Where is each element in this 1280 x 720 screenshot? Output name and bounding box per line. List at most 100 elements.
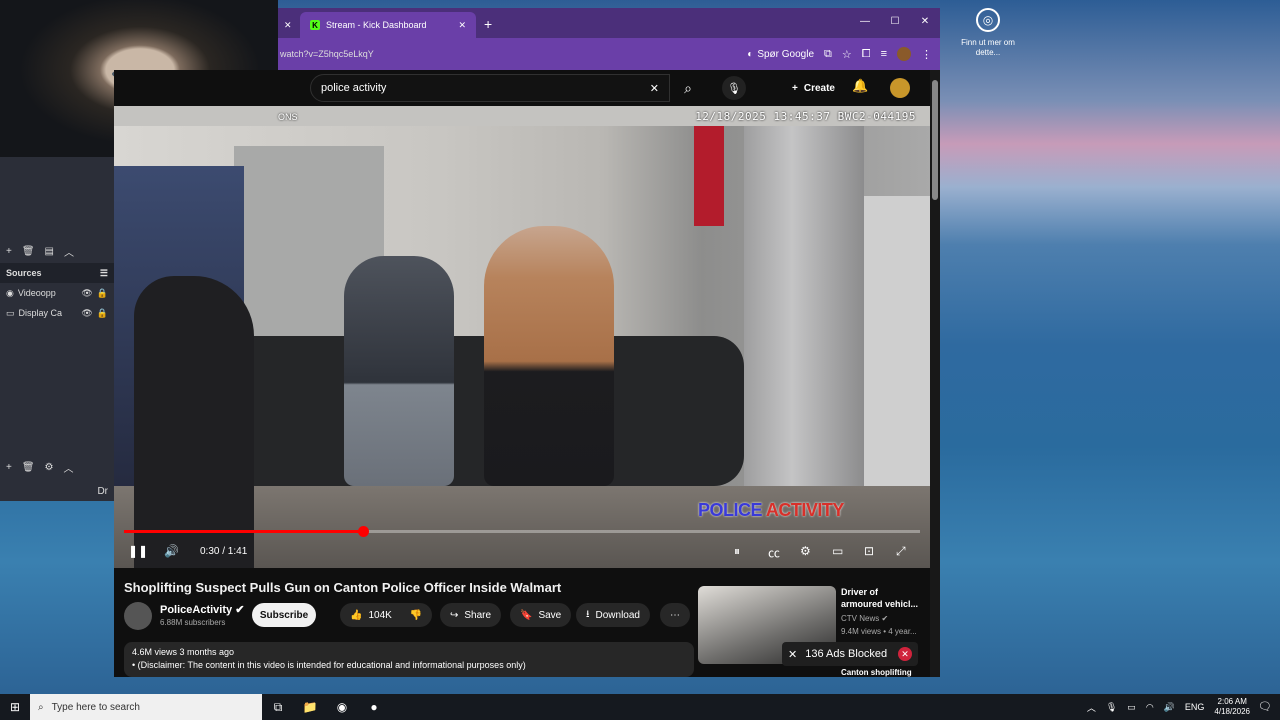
plus-icon: +	[792, 82, 798, 94]
desktop-shortcut[interactable]: ◎ Finn ut mer om dette...	[960, 8, 1016, 58]
url-field[interactable]: watch?v=Z5hqc5eLkqY	[280, 49, 737, 59]
watermark-text: POLICE	[698, 500, 763, 520]
progress-bar[interactable]	[124, 526, 920, 537]
close-icon[interactable]: ✕	[458, 20, 466, 31]
share-button[interactable]: ↪ Share	[440, 603, 502, 627]
add-icon[interactable]: +	[6, 246, 12, 257]
recommended-title[interactable]: Canton shoplifting	[841, 668, 912, 677]
subscribe-button[interactable]: Subscribe	[252, 603, 316, 627]
thumbs-up-icon[interactable]: 👍	[350, 610, 362, 621]
more-actions-button[interactable]: ⋯	[660, 603, 690, 627]
captions-icon[interactable]: ㏄	[768, 544, 780, 561]
file-explorer-icon[interactable]: 📁	[294, 700, 326, 714]
volume-icon[interactable]: 🔊	[1164, 702, 1175, 713]
taskbar-search-input[interactable]: ⌕ Type here to search	[30, 694, 262, 720]
close-icon[interactable]: ✕	[788, 648, 797, 661]
chrome-icon[interactable]: ◉	[326, 700, 358, 714]
source-name: Videoopp	[17, 288, 56, 298]
recommended-title[interactable]: Driver of armoured vehicl...	[841, 586, 921, 610]
taskbar: ⊞ ⌕ Type here to search ⧉ 📁 ◉ ● ︿ 🎙 ▭ ◠ …	[0, 694, 1280, 720]
menu-icon[interactable]: ☰	[100, 268, 108, 279]
pause-icon[interactable]: ❚❚	[128, 544, 148, 558]
eye-icon[interactable]: 👁	[81, 288, 92, 299]
chevron-up-icon[interactable]: ︿	[64, 460, 74, 475]
chevron-up-icon[interactable]: ︿	[1087, 701, 1096, 714]
notification-icon[interactable]: 🗨	[1258, 700, 1272, 713]
close-icon[interactable]: ✕	[284, 20, 292, 31]
thumbs-down-icon[interactable]: 👎	[410, 610, 422, 621]
clock[interactable]: 2:06 AM 4/18/2026	[1214, 697, 1250, 717]
tab-bar: ✕ K Stream - Kick Dashboard ✕ + — ☐ ✕	[278, 8, 940, 38]
windows-start-icon[interactable]: ⊞	[0, 700, 30, 714]
like-dislike-group: 👍 104K 👎	[340, 603, 432, 627]
progress-fill	[124, 530, 363, 533]
tab-previous[interactable]: ✕	[278, 12, 300, 38]
download-label: Download	[595, 609, 640, 621]
eye-icon[interactable]: 👁	[81, 308, 92, 319]
search-input[interactable]: police activity ✕	[310, 74, 670, 102]
adblock-icon[interactable]: ✕	[898, 647, 912, 661]
recommended-channel: CTV News ✔	[841, 614, 888, 623]
add-icon[interactable]: +	[6, 462, 12, 473]
scrollbar-thumb[interactable]	[932, 80, 938, 200]
video-player[interactable]: ONS 12/18/2025 13:45:37 BWC2-044195 POLI…	[114, 106, 930, 568]
description-box[interactable]: 4.6M views 3 months ago • (Disclaimer: T…	[124, 642, 694, 677]
extensions-icon[interactable]: ⧠	[862, 48, 871, 61]
ads-blocked-text: 136 Ads Blocked	[805, 648, 888, 660]
more-vert-icon[interactable]: ⋮	[921, 48, 932, 61]
save-button[interactable]: 🔖 Save	[510, 603, 572, 627]
network-icon[interactable]: ◠	[1146, 702, 1154, 713]
channel-avatar[interactable]	[124, 602, 152, 630]
microphone-icon[interactable]: 🎙	[1106, 702, 1117, 713]
clock-time: 2:06 AM	[1217, 697, 1247, 706]
lock-icon[interactable]: 🔒	[97, 308, 108, 319]
maximize-icon[interactable]: ☐	[880, 8, 910, 38]
install-icon[interactable]: ⧉	[824, 48, 832, 61]
watermark-text: ACTIVITY	[765, 500, 845, 520]
miniplayer-icon[interactable]: ▭	[832, 544, 843, 558]
channel-name[interactable]: PoliceActivity ✔	[160, 603, 244, 616]
fullscreen-icon[interactable]: ⤢	[896, 544, 906, 559]
minimize-icon[interactable]: —	[850, 8, 880, 38]
source-item[interactable]: ▭ Display Ca 👁 🔒	[0, 303, 114, 323]
microphone-icon[interactable]: 🎙	[722, 76, 746, 100]
search-icon[interactable]: ⌕	[670, 74, 706, 102]
profile-avatar[interactable]	[897, 47, 911, 61]
trash-icon[interactable]: 🗑	[22, 462, 35, 473]
filter-icon[interactable]: ▤	[45, 246, 54, 257]
create-button[interactable]: + Create	[784, 76, 843, 100]
trash-icon[interactable]: 🗑	[22, 246, 35, 257]
more-horiz-icon: ⋯	[670, 609, 680, 621]
language-indicator[interactable]: ENG	[1185, 702, 1205, 712]
chevron-up-icon[interactable]: ︿	[64, 244, 74, 259]
close-window-icon[interactable]: ✕	[910, 8, 940, 38]
obs-tail-text: Dr	[97, 485, 108, 497]
bell-icon[interactable]: 🔔	[852, 78, 868, 94]
task-view-icon[interactable]: ⧉	[262, 700, 294, 715]
gear-icon[interactable]: ⚙	[45, 462, 54, 473]
media-icon[interactable]: ≡	[881, 48, 887, 60]
source-item[interactable]: ◉ Videoopp 👁 🔒	[0, 283, 114, 303]
progress-knob[interactable]	[357, 526, 369, 537]
youtube-page: police activity ✕ ⌕ 🎙 + Create 🔔 ONS 12/…	[114, 70, 940, 677]
lock-icon[interactable]: 🔒	[97, 288, 108, 299]
page-scrollbar[interactable]	[930, 70, 940, 677]
browser-window: ✕ K Stream - Kick Dashboard ✕ + — ☐ ✕ wa…	[278, 8, 940, 78]
star-icon[interactable]: ☆	[842, 48, 852, 61]
cast-icon[interactable]: ⊡	[864, 544, 874, 558]
gear-icon[interactable]: ⚙	[800, 544, 811, 558]
obs-icon[interactable]: ●	[358, 700, 390, 714]
battery-icon[interactable]: ▭	[1127, 702, 1136, 713]
video-scene	[484, 226, 614, 486]
autoplay-toggle[interactable]: ⏸	[734, 544, 740, 559]
views-line: 4.6M views 3 months ago	[132, 647, 235, 657]
volume-icon[interactable]: 🔊	[164, 544, 179, 558]
clear-search-icon[interactable]: ✕	[650, 82, 659, 95]
download-button[interactable]: ⭳ Download	[576, 603, 650, 627]
like-count[interactable]: 104K	[368, 610, 391, 621]
new-tab-button[interactable]: +	[476, 16, 500, 38]
tab-kick-dashboard[interactable]: K Stream - Kick Dashboard ✕	[300, 12, 476, 38]
ask-google-button[interactable]: ◐ Spør Google	[747, 49, 814, 60]
avatar[interactable]	[890, 78, 910, 98]
desktop-shortcut-label: Finn ut mer om dette...	[961, 38, 1015, 57]
